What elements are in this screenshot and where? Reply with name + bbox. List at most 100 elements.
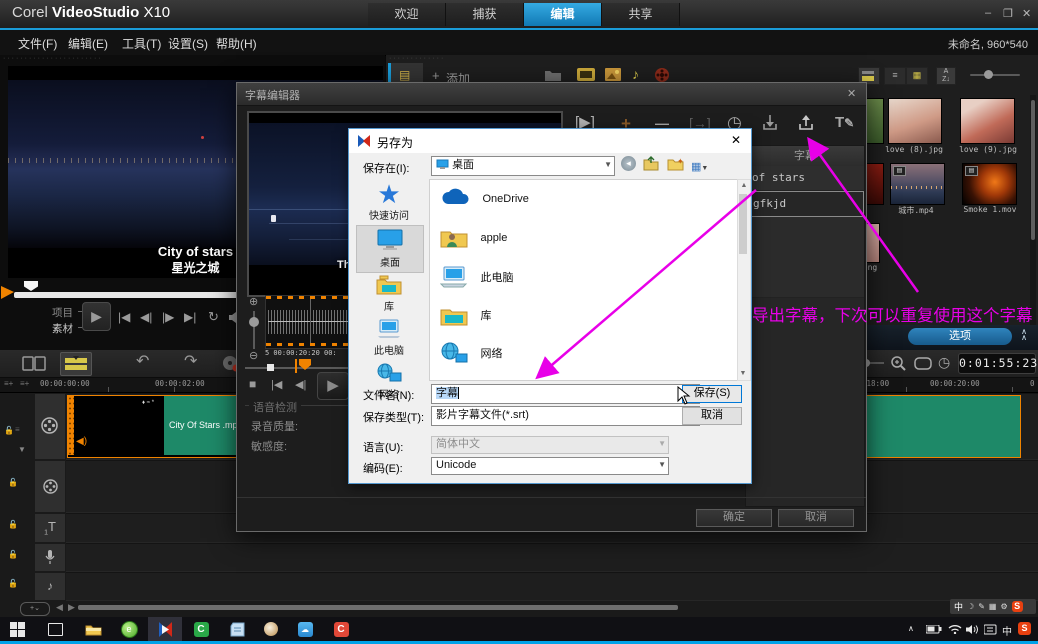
subtitle-editor-close[interactable]: ✕ — [847, 87, 856, 100]
step-forward-button[interactable]: |▶ — [162, 311, 174, 323]
music-track-header[interactable]: ♪ — [34, 572, 66, 601]
clip-trim-handle[interactable] — [68, 396, 74, 455]
play-button[interactable]: ▶ — [82, 302, 111, 331]
menu-settings[interactable]: 设置(S) — [168, 35, 208, 52]
wave-zoomin-icon[interactable]: ⊕ — [249, 295, 258, 308]
thumb-love9[interactable] — [960, 98, 1015, 144]
repeat-button[interactable]: ↻ — [208, 310, 219, 323]
track3-lock-icon[interactable]: 🔓 — [8, 520, 18, 529]
library-scrollbar-thumb[interactable] — [1031, 100, 1035, 240]
thumb-size-knob[interactable] — [984, 70, 993, 79]
track2-lock-icon[interactable]: 🔓 — [8, 478, 18, 487]
add-icon[interactable]: + — [432, 69, 440, 82]
ime-toolbar[interactable]: 中 ☽ ✎ ▦ ⚙ S — [950, 599, 1036, 614]
thumb-partial-1[interactable] — [864, 98, 884, 144]
battery-icon[interactable] — [926, 625, 942, 634]
tray-sogou-icon[interactable]: S — [1018, 622, 1031, 635]
undo-button[interactable]: ↶ — [136, 354, 149, 370]
track4-lock-icon[interactable]: 🔓 — [8, 550, 18, 559]
save-button[interactable]: 保存(S) — [682, 385, 742, 403]
editor-ok-button[interactable]: 确定 — [696, 509, 772, 527]
redo-button[interactable]: ↷ — [184, 354, 197, 370]
close-button[interactable]: ✕ — [1022, 7, 1031, 20]
subtitle-row-2[interactable]: gfkjd — [746, 191, 864, 217]
track5-lock-icon[interactable]: 🔓 — [8, 579, 18, 588]
editor-play-button[interactable]: ▶ — [317, 372, 349, 400]
wave-zoom-knob[interactable] — [249, 317, 259, 327]
editor-cancel-button[interactable]: 取消 — [778, 509, 854, 527]
filter-photo-icon[interactable] — [604, 67, 622, 82]
voice-track[interactable] — [34, 543, 1038, 572]
thumb-love8[interactable] — [888, 98, 942, 144]
wifi-icon[interactable] — [948, 624, 962, 634]
subtitle-editor-titlebar[interactable]: 字幕编辑器 ✕ — [237, 83, 866, 106]
ime-tools-icon[interactable]: ⚙ — [1000, 602, 1007, 611]
file-name-combo[interactable]: 字幕 ▼ — [431, 384, 700, 404]
sidebar-libraries[interactable]: 库 — [356, 275, 422, 313]
save-dialog-close[interactable]: ✕ — [731, 133, 741, 147]
subtitle-row-empty[interactable] — [746, 217, 864, 298]
clip-city-of-stars-right[interactable] — [865, 395, 1021, 458]
menu-help[interactable]: 帮助(H) — [216, 35, 257, 52]
thumb-size-slider[interactable] — [970, 70, 1020, 79]
track-toggle-icon-2[interactable]: ≡+ — [20, 380, 29, 388]
storyboard-view-icon[interactable] — [22, 355, 46, 372]
speaker-icon[interactable] — [966, 624, 979, 635]
file-item-libraries[interactable]: 库 — [440, 304, 491, 326]
duration-clock-icon[interactable]: ◷ — [938, 354, 950, 371]
scrollbar-thumb[interactable] — [739, 194, 747, 254]
action-center-icon[interactable] — [984, 624, 997, 636]
trim-wedge[interactable] — [1, 286, 14, 299]
up-folder-icon[interactable] — [643, 156, 659, 171]
sogou-icon[interactable]: S — [1011, 601, 1023, 612]
sidebar-desktop[interactable]: 桌面 — [356, 225, 424, 273]
ime-pen-icon[interactable]: ✎ — [978, 602, 985, 611]
scroll-left-button[interactable]: ◀ — [56, 603, 63, 612]
editor-stepback-button[interactable]: ◀| — [295, 378, 306, 391]
title-track-header[interactable]: 1T — [34, 513, 66, 543]
videostudio-taskbar-icon[interactable] — [148, 617, 182, 643]
sort-az-button[interactable]: A Z↓ — [936, 67, 956, 85]
scrubber-marker[interactable] — [24, 281, 38, 291]
file-item-onedrive[interactable]: OneDrive — [440, 188, 529, 208]
ime-keyboard-icon[interactable]: ▦ — [989, 602, 997, 611]
editor-progress-handle[interactable] — [267, 364, 274, 371]
mode-project-label[interactable]: 项目 — [52, 305, 73, 320]
back-nav-icon[interactable]: ◂ — [621, 156, 636, 171]
sidebar-quick-access[interactable]: ★ 快速访问 — [356, 181, 422, 222]
home-button[interactable]: |◀ — [118, 311, 130, 323]
thumb-partial-2[interactable] — [864, 163, 884, 205]
thumb-smoke[interactable]: ▤ — [962, 163, 1017, 205]
wave-zoomout-icon[interactable]: ⊖ — [249, 349, 258, 362]
tab-welcome[interactable]: 欢迎 — [368, 3, 446, 26]
music-taskbar-icon[interactable]: ☁ — [290, 617, 320, 641]
view-grid-button[interactable]: ▦ — [906, 67, 928, 85]
file-type-combo[interactable]: 影片字幕文件(*.srt) ▼ — [431, 406, 700, 426]
options-button[interactable]: 选项 — [908, 328, 1012, 345]
filter-audio-icon[interactable]: ♪ — [632, 66, 639, 82]
timeline-view-button[interactable] — [60, 352, 92, 376]
file-item-network[interactable]: 网络 — [440, 342, 502, 364]
video-track-header[interactable] — [34, 393, 66, 460]
waveform-box[interactable] — [265, 295, 357, 349]
voice-track-header[interactable] — [34, 543, 66, 572]
menu-tools[interactable]: 工具(T) — [122, 35, 161, 52]
file-item-this-pc[interactable]: 此电脑 — [439, 266, 513, 288]
ime-lang-icon[interactable]: 中 — [954, 600, 963, 613]
mode-clip-label[interactable]: 素材 — [52, 321, 73, 336]
fit-timeline-icon[interactable] — [914, 357, 932, 370]
editor-prev-button[interactable]: |◀ — [271, 378, 282, 391]
export-subtitle-icon[interactable] — [797, 114, 815, 132]
tray-lang-indicator[interactable]: 中 — [1002, 623, 1012, 638]
cancel-button[interactable]: 取消 — [682, 407, 742, 425]
encoding-combo-arrow[interactable]: ▼ — [658, 458, 666, 472]
file-list-scrollbar[interactable]: ▲ ▼ — [737, 179, 751, 381]
browser-taskbar-icon[interactable]: e — [114, 617, 144, 641]
notes-taskbar-icon[interactable] — [222, 617, 252, 641]
step-back-button[interactable]: ◀| — [140, 311, 152, 323]
start-button[interactable] — [2, 617, 32, 641]
track1-lock-icon[interactable]: 🔓 — [4, 426, 14, 435]
filter-video-icon[interactable] — [576, 67, 596, 82]
save-in-combo[interactable]: 桌面 ▼ — [431, 156, 615, 176]
sidebar-this-pc[interactable]: 此电脑 — [356, 319, 422, 357]
